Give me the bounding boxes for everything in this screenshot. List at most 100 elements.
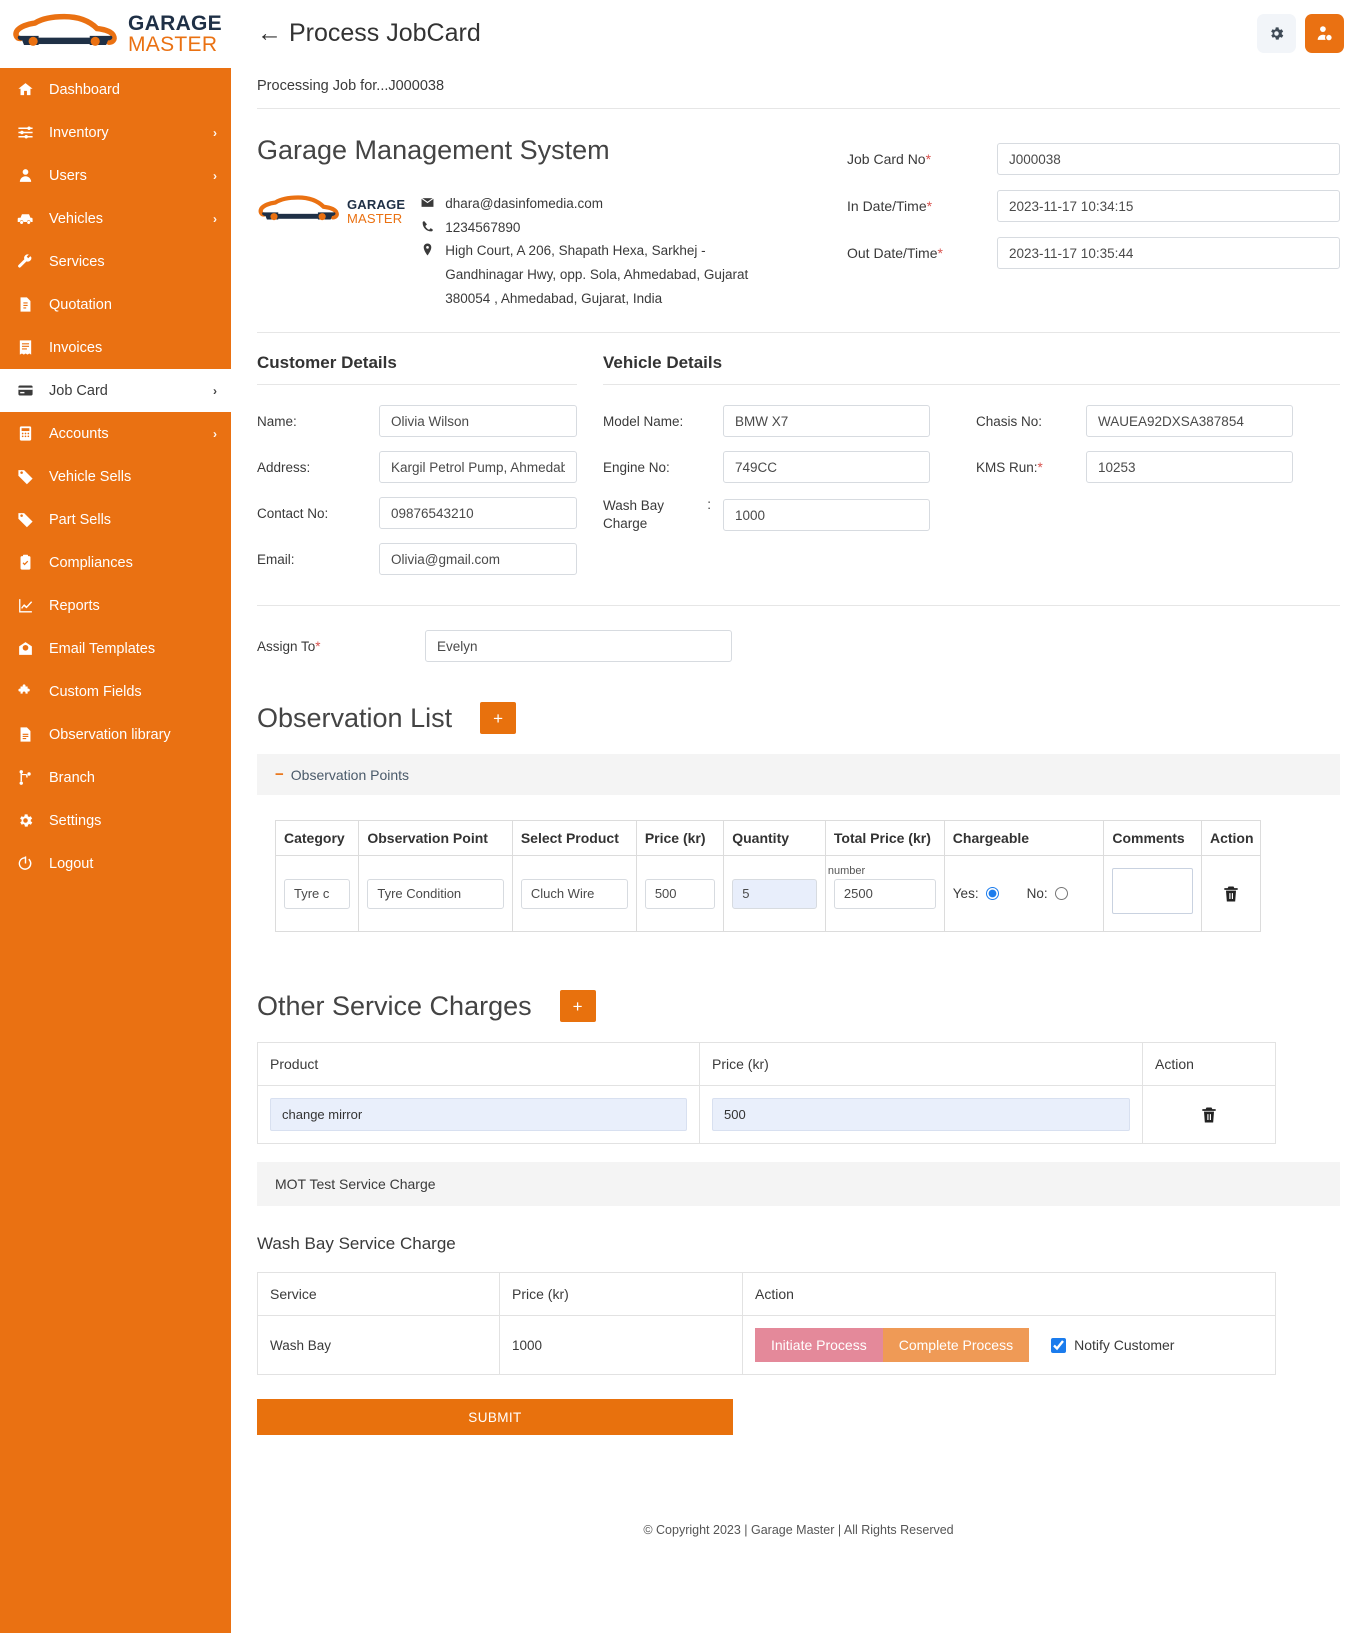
washbay-label-text: Wash BayCharge <box>603 497 667 533</box>
notify-customer-toggle[interactable]: Notify Customer <box>1051 1337 1174 1353</box>
customer-field-input[interactable] <box>379 497 577 529</box>
sidebar-item-logout[interactable]: Logout <box>0 842 231 885</box>
service-price-input[interactable] <box>712 1098 1130 1131</box>
sidebar-item-observation-library[interactable]: Observation library <box>0 713 231 756</box>
sidebar-item-job-card[interactable]: Job Card› <box>0 369 231 412</box>
brand-logo-area[interactable]: GARAGE MASTER <box>0 0 231 68</box>
content: Garage Management System GARAGE <box>231 109 1366 1557</box>
company-email: dhara@dasinfomedia.com <box>445 192 603 216</box>
sidebar-item-label: Inventory <box>49 125 199 141</box>
observation-price-input[interactable] <box>645 879 715 909</box>
customer-details: Customer Details Name:Address:Contact No… <box>257 353 603 589</box>
observation-point-input[interactable] <box>367 879 503 909</box>
label-text: Chasis No: <box>976 414 1042 429</box>
notify-customer-checkbox[interactable] <box>1051 1338 1066 1353</box>
jobcard-field-input[interactable] <box>997 237 1340 269</box>
customer-field-input[interactable] <box>379 451 577 483</box>
observation-total-input[interactable] <box>834 879 936 909</box>
company-brand-line-1: GARAGE <box>347 198 405 212</box>
mot-test-bar[interactable]: MOT Test Service Charge <box>257 1162 1340 1206</box>
table-row: numberYes:No: <box>276 856 1261 932</box>
table-row: Wash Bay 1000 Initiate Process Complete … <box>258 1316 1276 1375</box>
observation-category-input[interactable] <box>284 879 350 909</box>
vehicle-field-input[interactable] <box>1086 451 1293 483</box>
sidebar-item-part-sells[interactable]: Part Sells <box>0 498 231 541</box>
vehicle-field-label: Chasis No: <box>976 414 1086 429</box>
sidebar-item-label: Vehicle Sells <box>49 469 217 485</box>
vehicle-field-input[interactable] <box>723 451 930 483</box>
company-left: Garage Management System GARAGE <box>257 135 847 310</box>
customer-field-input[interactable] <box>379 543 577 575</box>
observation-product-input[interactable] <box>521 879 628 909</box>
observation-comments-textarea[interactable] <box>1112 868 1193 914</box>
sidebar-item-branch[interactable]: Branch <box>0 756 231 799</box>
sidebar-item-label: Users <box>49 168 199 184</box>
other-charges-col-header: Action <box>1143 1043 1276 1086</box>
sidebar-item-dashboard[interactable]: Dashboard <box>0 68 231 111</box>
service-product-input[interactable] <box>270 1098 687 1131</box>
sidebar-item-services[interactable]: Services <box>0 240 231 283</box>
chargeable-no-label: No: <box>1027 886 1048 901</box>
jobcard-field-label: In Date/Time* <box>847 198 997 214</box>
jobcard-field-row: Out Date/Time* <box>847 237 1340 269</box>
observation-table-body: numberYes:No: <box>276 856 1261 932</box>
washbay-col-header: Action <box>743 1273 1276 1316</box>
observation-table: CategoryObservation PointSelect ProductP… <box>275 820 1261 932</box>
sidebar-item-vehicle-sells[interactable]: Vehicle Sells <box>0 455 231 498</box>
tag-icon <box>16 467 35 486</box>
user-profile-button[interactable] <box>1305 14 1344 53</box>
observation-points-accordion[interactable]: − Observation Points <box>257 754 1340 795</box>
submit-button[interactable]: SUBMIT <box>257 1399 733 1435</box>
washbay-charge-input[interactable] <box>723 499 930 531</box>
sidebar-item-settings[interactable]: Settings <box>0 799 231 842</box>
observation-list-header: Observation List + <box>257 686 1340 754</box>
add-observation-button[interactable]: + <box>480 702 516 734</box>
chevron-right-icon: › <box>213 169 217 183</box>
chargeable-no-radio[interactable] <box>1055 887 1068 900</box>
customer-details-title: Customer Details <box>257 353 577 385</box>
sidebar-item-vehicles[interactable]: Vehicles› <box>0 197 231 240</box>
jobcard-field-input[interactable] <box>997 190 1340 222</box>
delete-icon[interactable] <box>1210 883 1252 905</box>
settings-button[interactable] <box>1257 14 1296 53</box>
initiate-process-button[interactable]: Initiate Process <box>755 1328 883 1362</box>
jobcard-fields: Job Card No*In Date/Time*Out Date/Time* <box>847 135 1340 310</box>
collapse-icon: − <box>275 766 284 783</box>
sidebar-item-custom-fields[interactable]: Custom Fields <box>0 670 231 713</box>
invoice-icon <box>16 338 35 357</box>
company-contacts: dhara@dasinfomedia.com 1234567890 High C… <box>419 192 774 310</box>
customer-field-input[interactable] <box>379 405 577 437</box>
add-service-charge-button[interactable]: + <box>560 990 596 1022</box>
company-address-line: High Court, A 206, Shapath Hexa, Sarkhej… <box>419 239 774 310</box>
sidebar-item-compliances[interactable]: Compliances <box>0 541 231 584</box>
sidebar-item-label: Custom Fields <box>49 684 217 700</box>
back-arrow-icon[interactable]: ← <box>257 19 282 48</box>
sidebar-item-accounts[interactable]: Accounts› <box>0 412 231 455</box>
jobcard-field-input[interactable] <box>997 143 1340 175</box>
vehicle-details: Vehicle Details Model Name:Engine No:Was… <box>603 353 1340 589</box>
vehicle-col-1: Model Name:Engine No:Wash BayCharge: <box>603 405 953 547</box>
delete-icon[interactable] <box>1155 1104 1263 1126</box>
assign-to-input[interactable] <box>425 630 732 662</box>
sidebar-nav: DashboardInventory› Users › Vehicles›Servic… <box>0 68 231 885</box>
observation-points-label: Observation Points <box>291 767 409 783</box>
observation-col-header: Chargeable <box>944 821 1104 856</box>
wrench-icon <box>16 252 35 271</box>
user-settings-icon <box>1315 24 1334 43</box>
vehicle-field-input[interactable] <box>1086 405 1293 437</box>
sidebar-item-quotation[interactable]: Quotation <box>0 283 231 326</box>
sidebar-item-inventory[interactable]: Inventory› <box>0 111 231 154</box>
file-text-icon <box>16 725 35 744</box>
chargeable-yes-radio[interactable] <box>986 887 999 900</box>
brand-line-1: GARAGE <box>128 13 222 34</box>
vehicle-field-input[interactable] <box>723 405 930 437</box>
washbay-charge-label: Wash BayCharge: <box>603 497 723 533</box>
sidebar-item-users[interactable]: Users › <box>0 154 231 197</box>
other-charges-header-row: ProductPrice (kr)Action <box>258 1043 1276 1086</box>
sidebar-item-email-templates[interactable]: Email Templates <box>0 627 231 670</box>
sidebar-item-reports[interactable]: Reports <box>0 584 231 627</box>
sidebar-item-invoices[interactable]: Invoices <box>0 326 231 369</box>
clipboard-icon <box>16 553 35 572</box>
complete-process-button[interactable]: Complete Process <box>883 1328 1029 1362</box>
observation-quantity-input[interactable] <box>732 879 817 909</box>
